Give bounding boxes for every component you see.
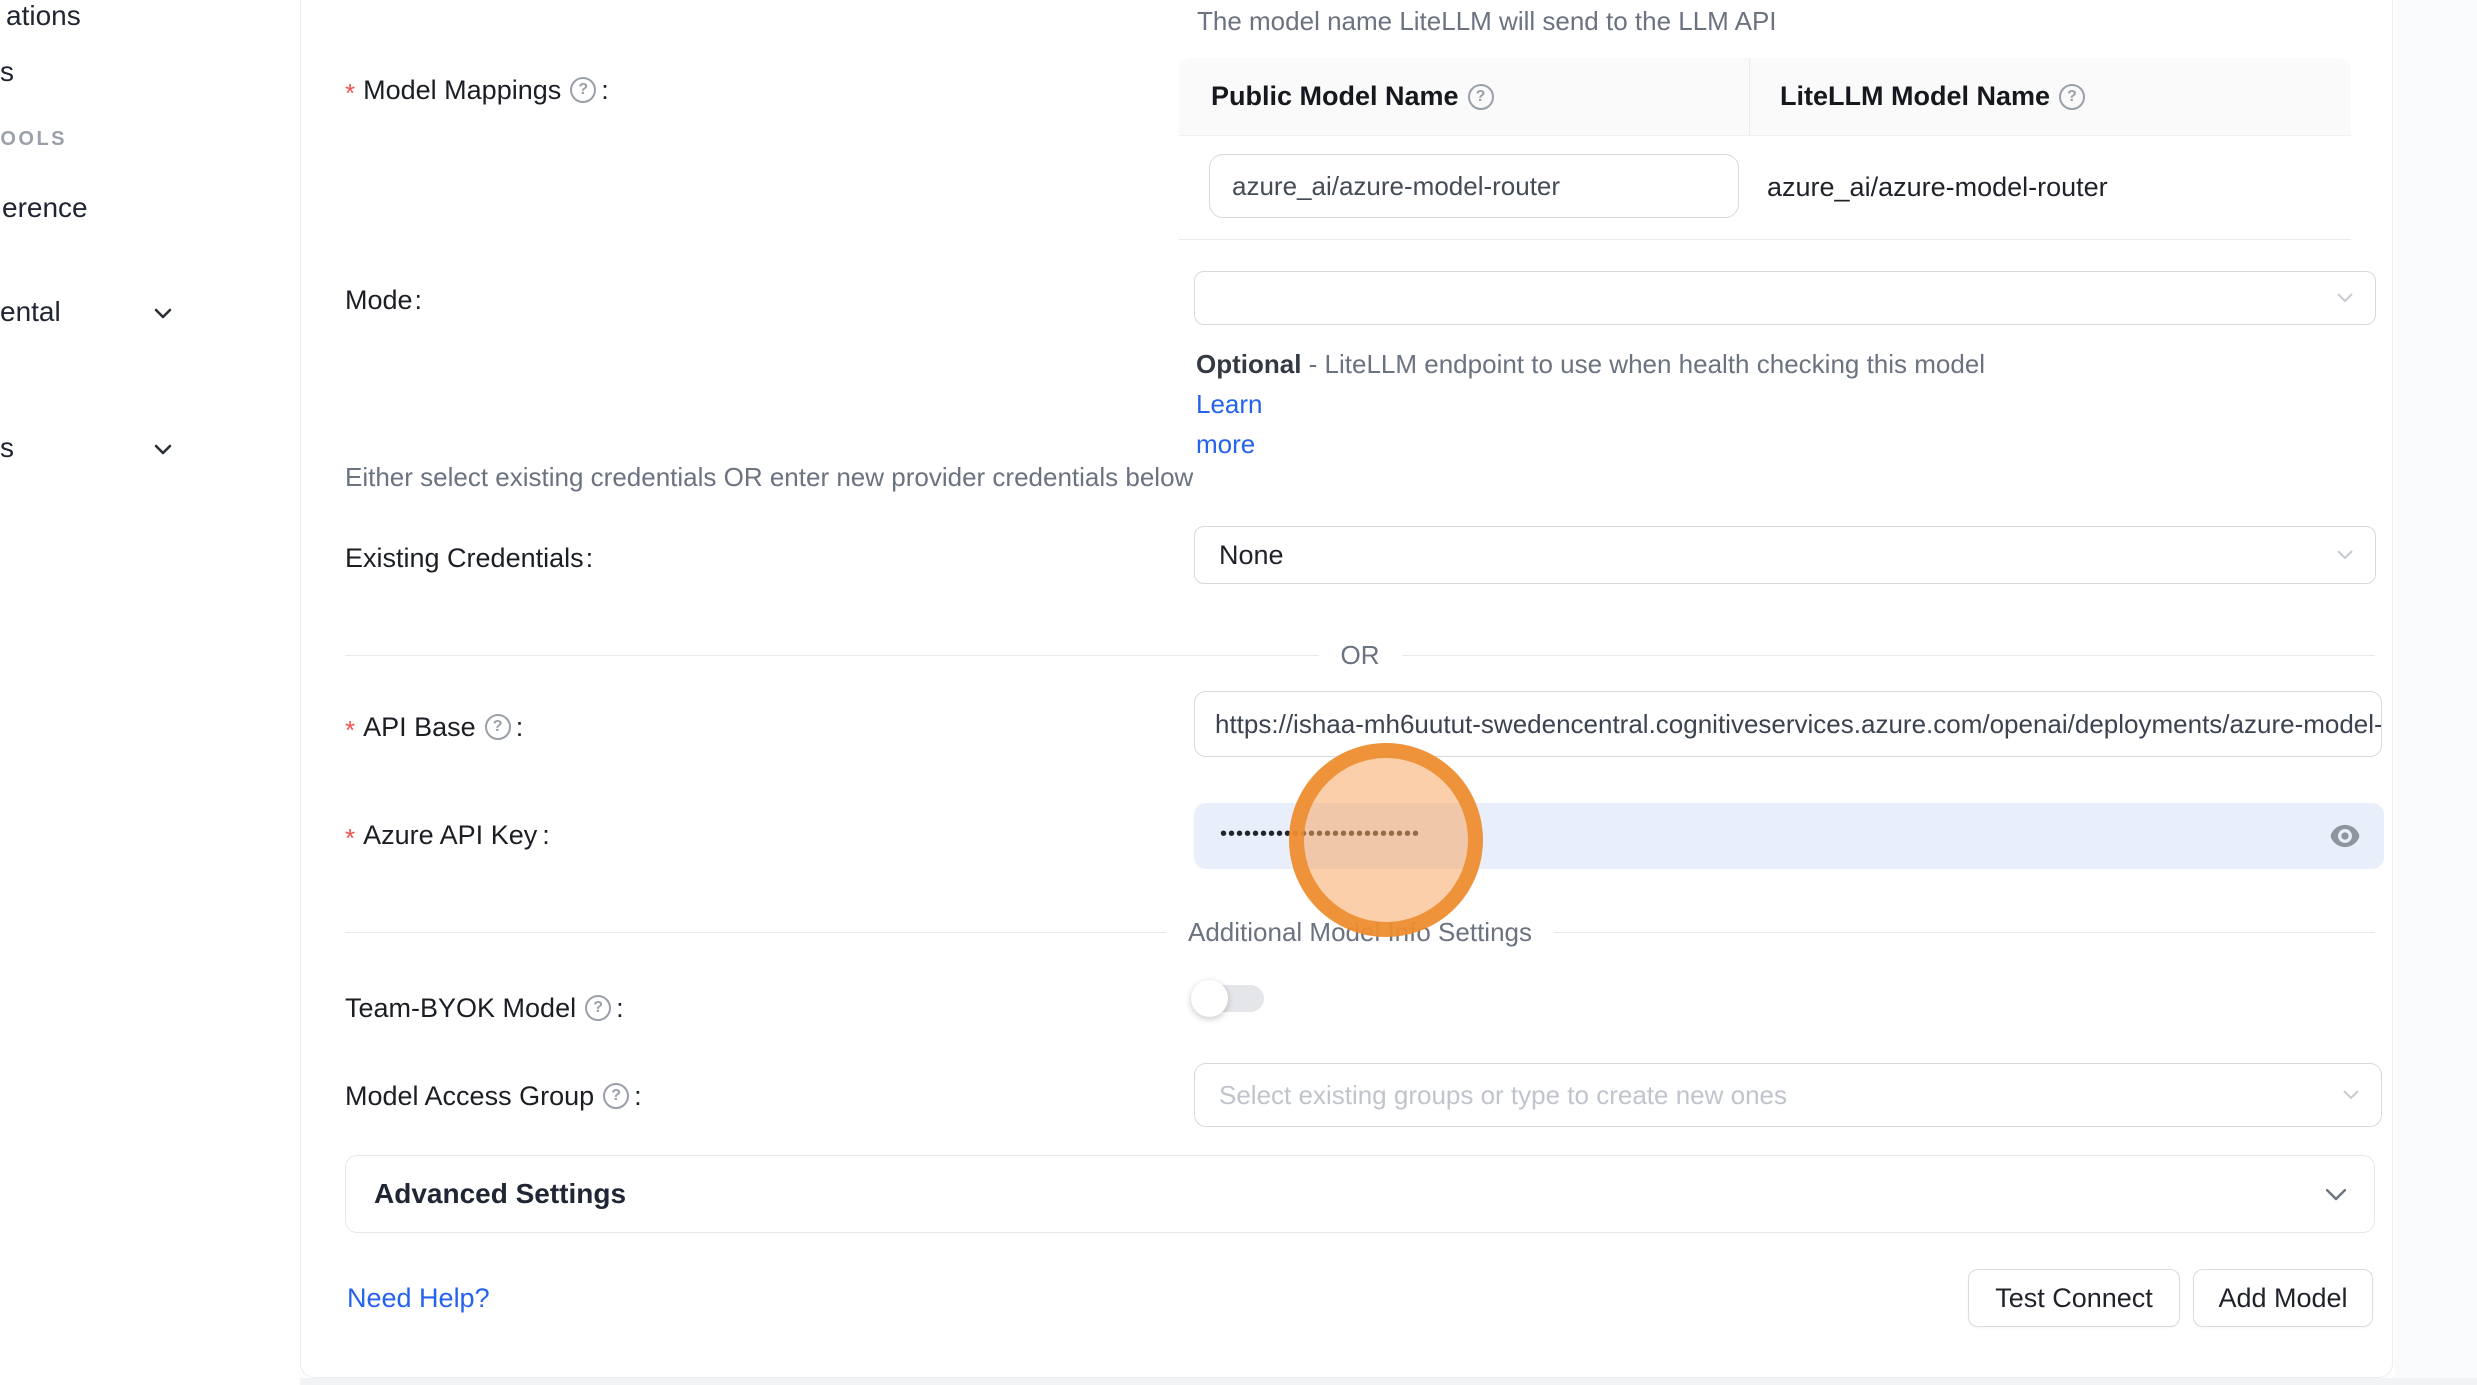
sidebar-item-s1[interactable]: s [0,56,14,88]
select-value: None [1195,540,1284,571]
add-model-button[interactable]: Add Model [2193,1269,2373,1327]
sidebar-section-label: TOOLS [0,128,67,150]
required-asterisk: * [345,823,355,854]
divider-line [345,655,1319,656]
help-icon[interactable]: ? [2059,84,2085,110]
need-help-link[interactable]: Need Help? [347,1283,490,1314]
input-value: https://ishaa-mh6uutut-swedencentral.cog… [1195,709,2382,740]
help-icon[interactable]: ? [603,1083,629,1109]
api-base-label: * API Base ? : [345,710,523,744]
label-text: Model Access Group [345,1081,594,1112]
required-asterisk: * [345,78,355,109]
divider-line [1554,932,2375,933]
azure-api-key-label: * Azure API Key : [345,818,550,852]
help-icon[interactable]: ? [585,995,611,1021]
column-header-label: Public Model Name [1211,81,1459,112]
help-text: - LiteLLM endpoint to use when health ch… [1301,349,1985,379]
sidebar-item-ental[interactable]: ental [0,296,61,328]
label-text: Azure API Key [363,820,537,851]
eye-icon[interactable] [2326,817,2364,855]
sidebar-item-label: erence [2,192,88,223]
or-divider-text: OR [1319,640,1402,671]
column-header-public-model-name: Public Model Name ? [1179,58,1749,135]
azure-api-key-input[interactable]: ••••••••••••••••••••••••• [1194,803,2384,869]
public-model-name-input[interactable]: azure_ai/azure-model-router [1209,154,1739,218]
masked-password-value: ••••••••••••••••••••••••• [1220,803,1420,869]
credentials-note: Either select existing credentials OR en… [345,462,1193,493]
model-mappings-table: Public Model Name ? LiteLLM Model Name ?… [1179,58,2351,240]
column-header-label: LiteLLM Model Name [1780,81,2050,112]
chevron-down-icon [2326,1189,2346,1201]
litellm-model-name-cell: azure_ai/azure-model-router [1749,136,2351,239]
help-icon[interactable]: ? [485,714,511,740]
cell-value: azure_ai/azure-model-router [1767,172,2108,203]
column-header-litellm-model-name: LiteLLM Model Name ? [1749,58,2351,135]
label-text: Mode [345,285,413,316]
label-colon: : [542,820,550,851]
sidebar-item-erence[interactable]: erence [2,192,88,224]
additional-settings-divider: Additional Model Info Settings [345,917,2375,948]
sidebar-item-label: s [0,432,14,463]
existing-credentials-select[interactable]: None [1194,526,2376,584]
label-colon: : [516,712,524,743]
input-value: azure_ai/azure-model-router [1232,171,1560,202]
label-colon: : [415,285,423,316]
team-byok-label: Team-BYOK Model ? : [345,991,624,1025]
model-access-group-label: Model Access Group ? : [345,1079,642,1113]
additional-settings-divider-text: Additional Model Info Settings [1166,917,1554,948]
sidebar-item-label: ental [0,296,61,327]
label-colon: : [586,543,594,574]
divider-line [345,932,1166,933]
page-background [300,1378,2477,1385]
test-connect-button[interactable]: Test Connect [1968,1269,2180,1327]
label-text: Existing Credentials [345,543,584,574]
table-header-row: Public Model Name ? LiteLLM Model Name ? [1179,58,2351,136]
chevron-down-icon [150,300,176,326]
page-background [2394,0,2477,1378]
or-divider: OR [345,640,2375,671]
add-model-form-card: The model name LiteLLM will send to the … [300,0,2393,1378]
mode-select[interactable] [1194,271,2376,325]
team-byok-toggle[interactable] [1196,985,1264,1012]
sidebar-nav: ations s TOOLS erence ental s [0,0,300,1385]
api-base-input[interactable]: https://ishaa-mh6uutut-swedencentral.cog… [1194,691,2382,757]
chevron-down-icon [2337,550,2353,560]
label-colon: : [634,1081,642,1112]
required-asterisk: * [345,715,355,746]
chevron-down-icon [2337,293,2353,303]
toggle-knob [1191,980,1228,1017]
chevron-down-icon [2343,1090,2359,1100]
existing-credentials-label: Existing Credentials : [345,541,593,575]
select-placeholder: Select existing groups or type to create… [1195,1080,1787,1111]
divider-line [1402,655,2376,656]
help-bold: Optional [1196,349,1301,379]
label-text: API Base [363,712,476,743]
help-icon[interactable]: ? [570,77,596,103]
learn-more-link[interactable]: more [1196,429,1255,459]
model-access-group-select[interactable]: Select existing groups or type to create… [1194,1063,2382,1127]
sidebar-item-label: s [0,56,14,87]
sidebar-section-tools: TOOLS [0,128,67,151]
sidebar-item-s2[interactable]: s [0,432,14,464]
label-colon: : [616,993,624,1024]
table-row: azure_ai/azure-model-router azure_ai/azu… [1179,136,2351,240]
label-text: Team-BYOK Model [345,993,576,1024]
model-name-hint: The model name LiteLLM will send to the … [1197,6,1777,37]
advanced-settings-label: Advanced Settings [346,1178,626,1210]
sidebar-item-label: ations [6,0,81,31]
label-colon: : [601,75,609,106]
model-mappings-label: * Model Mappings ? : [345,73,609,107]
mode-label: Mode : [345,283,422,317]
sidebar-item-ations[interactable]: ations [6,0,81,32]
learn-more-link[interactable]: Learn [1196,389,1263,419]
add-model-page: ations s TOOLS erence ental s The model … [0,0,2477,1385]
mode-help-text: Optional - LiteLLM endpoint to use when … [1196,344,2036,464]
public-model-name-cell: azure_ai/azure-model-router [1179,136,1749,239]
label-text: Model Mappings [363,75,561,106]
chevron-down-icon [150,436,176,462]
advanced-settings-panel[interactable]: Advanced Settings [345,1155,2375,1233]
help-icon[interactable]: ? [1468,84,1494,110]
